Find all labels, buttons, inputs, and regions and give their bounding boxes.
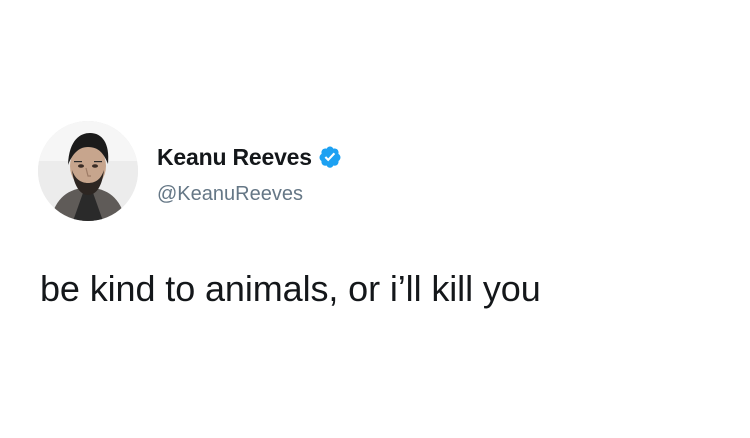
verified-badge-icon xyxy=(318,145,342,169)
user-handle[interactable]: @KeanuReeves xyxy=(157,183,303,206)
profile-photo xyxy=(38,121,138,221)
display-name[interactable]: Keanu Reeves xyxy=(157,144,312,171)
name-row: Keanu Reeves xyxy=(157,142,342,172)
tweet-text: be kind to animals, or i’ll kill you xyxy=(40,268,541,309)
tweet-card: Keanu Reeves @KeanuReeves be kind to ani… xyxy=(0,0,750,438)
avatar[interactable] xyxy=(38,121,138,221)
